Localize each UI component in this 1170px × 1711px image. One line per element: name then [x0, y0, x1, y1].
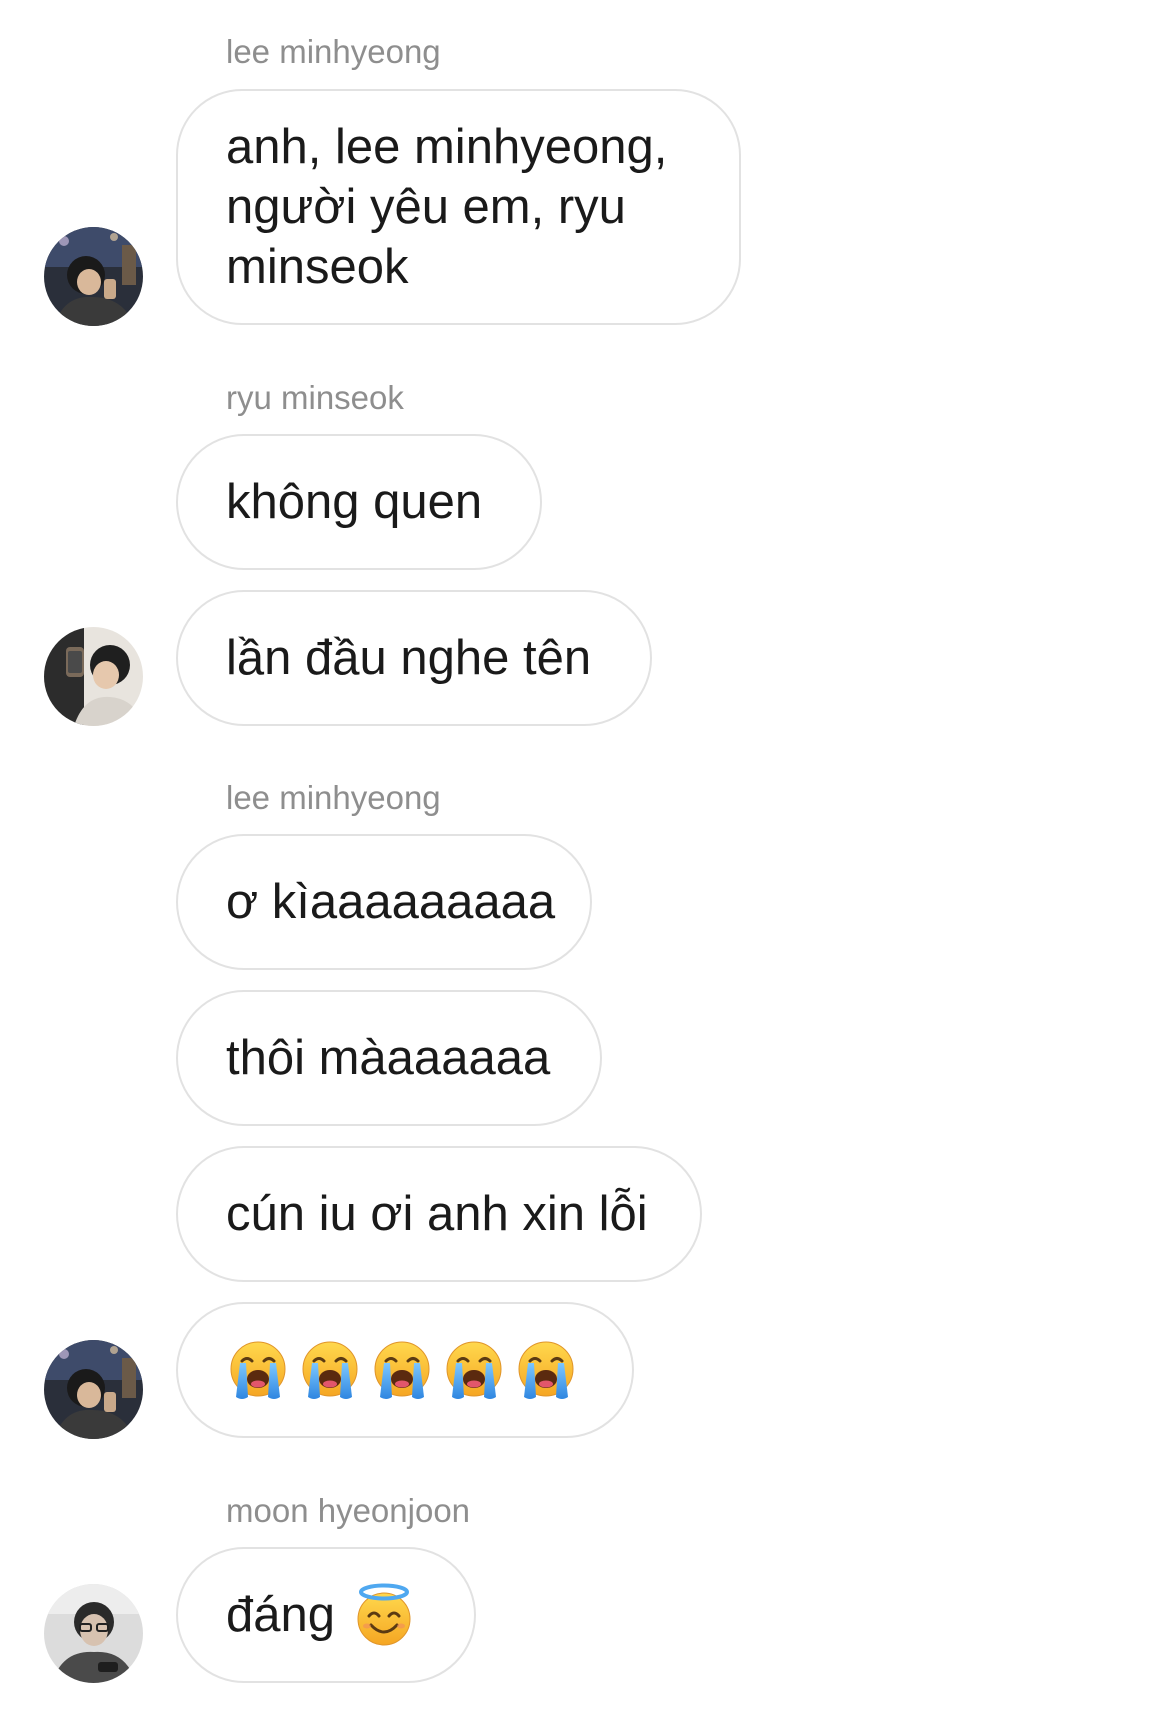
avatar[interactable] — [44, 1340, 143, 1439]
message-bubble[interactable]: không quen — [176, 434, 542, 570]
loudly-crying-face-icon — [228, 1339, 288, 1401]
message-bubble[interactable]: lần đầu nghe tên — [176, 590, 652, 726]
message-bubble[interactable]: anh, lee minhyeong, người yêu em, ryu mi… — [176, 89, 741, 325]
message-bubble[interactable] — [176, 1302, 634, 1438]
message-text: thôi màaaaaaa — [226, 1031, 551, 1085]
message-text: không quen — [226, 475, 483, 529]
message-text: anh, lee minhyeong, người yêu em, ryu mi… — [226, 120, 668, 294]
loudly-crying-face-icon — [516, 1339, 576, 1401]
avatar[interactable] — [44, 627, 143, 726]
sender-name: lee minhyeong — [226, 779, 441, 816]
message-bubble[interactable]: ơ kìaaaaaaaaa — [176, 834, 592, 970]
loudly-crying-face-icon — [372, 1339, 432, 1401]
message-text: cún iu ơi anh xin lỗi — [226, 1187, 648, 1241]
message-text: đáng — [226, 1588, 336, 1642]
loudly-crying-face-icon — [300, 1339, 360, 1401]
sender-name: ryu minseok — [226, 379, 404, 416]
sender-name: lee minhyeong — [226, 33, 441, 70]
sender-name: moon hyeonjoon — [226, 1492, 471, 1529]
smiling-face-with-halo-icon — [353, 1583, 415, 1647]
emoji-row — [228, 1339, 576, 1401]
avatar[interactable] — [44, 227, 143, 326]
message-bubble[interactable]: đáng — [176, 1547, 476, 1683]
message-bubble[interactable]: thôi màaaaaaa — [176, 990, 602, 1126]
avatar[interactable] — [44, 1584, 143, 1683]
message-text: lần đầu nghe tên — [226, 631, 592, 685]
message-text: ơ kìaaaaaaaaa — [226, 875, 556, 929]
loudly-crying-face-icon — [444, 1339, 504, 1401]
message-bubble[interactable]: cún iu ơi anh xin lỗi — [176, 1146, 702, 1282]
